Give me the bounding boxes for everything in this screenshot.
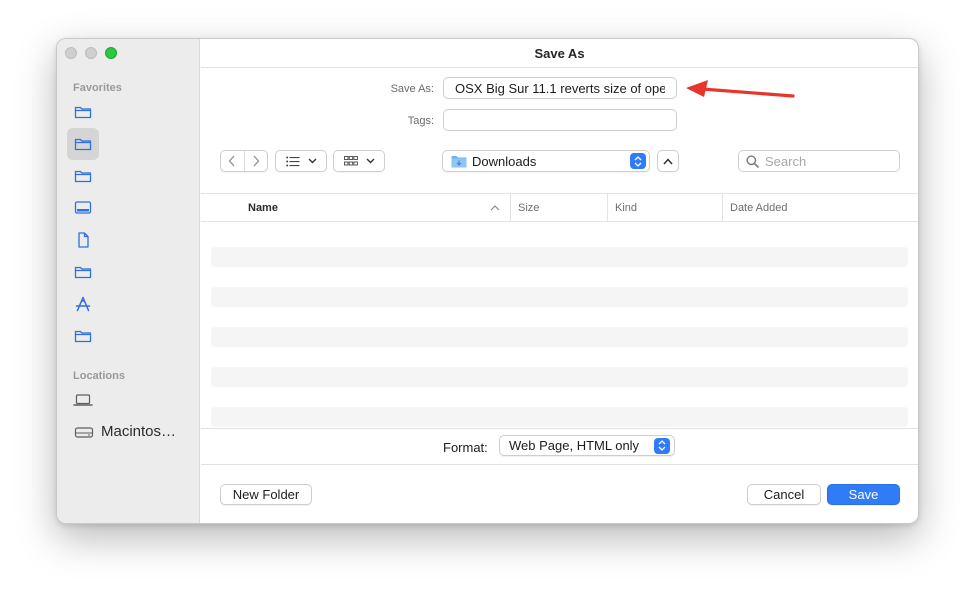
zoom-window-button[interactable] bbox=[105, 47, 117, 59]
save-as-label: Save As: bbox=[390, 83, 434, 95]
sidebar-item-desktop[interactable] bbox=[67, 192, 99, 224]
list-view-menu-button[interactable] bbox=[275, 150, 327, 172]
new-folder-button[interactable]: New Folder bbox=[220, 484, 312, 505]
folder-icon bbox=[74, 266, 92, 279]
sidebar-item-label: Macintos… bbox=[101, 423, 177, 440]
sidebar-item-favorite-1[interactable] bbox=[67, 96, 99, 128]
folder-icon bbox=[74, 138, 92, 151]
sidebar: Favorites Locations Macintos… bbox=[57, 39, 200, 523]
hard-drive-icon bbox=[74, 426, 94, 438]
format-bar: Format: Web Page, HTML only bbox=[201, 428, 918, 465]
tags-label: Tags: bbox=[407, 115, 434, 127]
document-icon bbox=[78, 232, 89, 248]
column-header-name[interactable]: Name bbox=[248, 194, 510, 221]
location-label: Downloads bbox=[472, 153, 537, 169]
list-row-stripe bbox=[211, 287, 908, 307]
sidebar-item-favorite-8[interactable] bbox=[67, 320, 99, 352]
save-as-dialog: Favorites Locations Macintos… Save As Sa… bbox=[56, 38, 919, 524]
search-icon bbox=[746, 154, 759, 168]
folder-icon bbox=[74, 106, 92, 119]
back-forward-control bbox=[220, 150, 268, 172]
annotation-arrow-icon bbox=[686, 80, 795, 98]
chevron-right-icon bbox=[253, 155, 260, 167]
folder-icon bbox=[74, 330, 92, 343]
sidebar-item-favorite-3[interactable] bbox=[67, 160, 99, 192]
desktop-icon bbox=[74, 201, 92, 214]
main-panel: Save As Save As: Tags: Downloads bbox=[201, 39, 918, 523]
sort-ascending-icon bbox=[490, 204, 500, 210]
sidebar-item-laptop[interactable] bbox=[67, 384, 99, 416]
grid-view-icon bbox=[343, 155, 358, 165]
search-field[interactable] bbox=[738, 150, 900, 172]
sidebar-item-documents[interactable] bbox=[67, 224, 99, 256]
sidebar-item-applications[interactable] bbox=[67, 288, 99, 320]
list-row-stripe bbox=[211, 327, 908, 347]
up-down-chevron-icon bbox=[630, 153, 646, 169]
save-as-field[interactable] bbox=[443, 77, 677, 99]
location-popup[interactable]: Downloads bbox=[442, 150, 650, 172]
column-header-date-added[interactable]: Date Added bbox=[722, 194, 912, 221]
back-button[interactable] bbox=[221, 151, 244, 171]
applications-icon bbox=[75, 296, 91, 312]
close-window-button[interactable] bbox=[65, 47, 77, 59]
tags-field[interactable] bbox=[443, 109, 677, 131]
list-row-stripe bbox=[211, 407, 908, 427]
chevron-up-icon bbox=[663, 157, 673, 164]
downloads-folder-icon bbox=[451, 156, 467, 168]
sidebar-item-favorite-2[interactable] bbox=[67, 128, 99, 160]
laptop-icon bbox=[73, 394, 93, 406]
sidebar-item-macintosh-hd[interactable]: Macintos… bbox=[74, 423, 176, 440]
sidebar-item-favorite-6[interactable] bbox=[67, 256, 99, 288]
list-view-icon bbox=[285, 156, 299, 166]
folder-icon bbox=[74, 170, 92, 183]
column-header-label: Size bbox=[518, 201, 540, 214]
chevron-left-icon bbox=[229, 155, 236, 167]
list-row-stripe bbox=[211, 367, 908, 387]
list-row-stripe bbox=[211, 247, 908, 267]
column-header-kind[interactable]: Kind bbox=[607, 194, 722, 221]
column-header-size[interactable]: Size bbox=[510, 194, 607, 221]
chevron-down-icon bbox=[366, 158, 374, 164]
forward-button[interactable] bbox=[243, 151, 267, 171]
expand-collapse-button[interactable] bbox=[657, 150, 679, 172]
column-header-label: Name bbox=[248, 201, 278, 214]
file-list-header: Name Size Kind Date Added bbox=[201, 193, 918, 222]
window-controls bbox=[65, 47, 117, 59]
format-label: Format: bbox=[443, 440, 488, 455]
chevron-down-icon bbox=[308, 158, 316, 164]
format-popup[interactable]: Web Page, HTML only bbox=[499, 435, 675, 456]
save-button[interactable]: Save bbox=[827, 484, 900, 505]
column-header-label: Date Added bbox=[730, 201, 788, 214]
locations-heading: Locations bbox=[73, 370, 125, 382]
column-header-label: Kind bbox=[615, 201, 638, 214]
dialog-title: Save As bbox=[201, 39, 918, 68]
format-value: Web Page, HTML only bbox=[509, 438, 640, 453]
search-input[interactable] bbox=[765, 153, 885, 169]
minimize-window-button[interactable] bbox=[85, 47, 97, 59]
favorites-heading: Favorites bbox=[73, 82, 122, 94]
cancel-button[interactable]: Cancel bbox=[747, 484, 821, 505]
up-down-chevron-icon bbox=[654, 437, 670, 454]
grid-view-menu-button[interactable] bbox=[333, 150, 385, 172]
